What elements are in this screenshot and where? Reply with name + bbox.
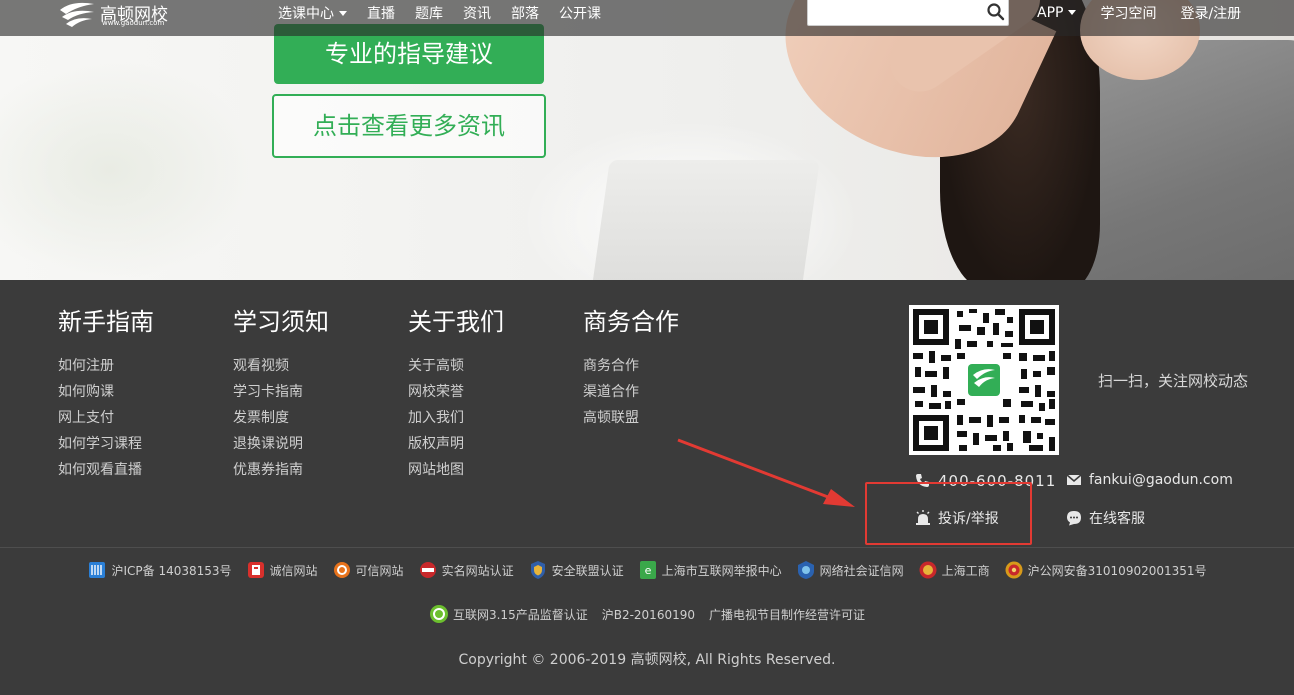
footer-link[interactable]: 优惠券指南: [233, 457, 329, 483]
copyright-text: Copyright © 2006-2019 高顿网校, All Rights R…: [458, 652, 836, 668]
footer-link[interactable]: 网校荣誉: [408, 379, 504, 405]
credible-site-icon: [333, 562, 350, 578]
footer-link[interactable]: 加入我们: [408, 405, 504, 431]
email-icon: [1066, 474, 1082, 485]
nav-question-bank[interactable]: 题库: [415, 3, 443, 23]
site-logo[interactable]: 高顿网校 www.gaodun.com: [58, 0, 188, 30]
cert-realname[interactable]: 实名网站认证: [418, 560, 514, 580]
cert-label: 互联网3.15产品监督认证: [452, 607, 588, 622]
chevron-down-icon: [339, 11, 347, 16]
search-box: [807, 0, 1009, 26]
svg-text:e: e: [644, 564, 651, 577]
hero-banner: 专业的指导建议 点击查看更多资讯: [0, 0, 1294, 280]
cert-report-center[interactable]: e 上海市互联网举报中心: [638, 560, 782, 580]
cert-label: 安全联盟认证: [551, 563, 624, 578]
cert-icp[interactable]: 沪ICP备 14038153号: [87, 560, 232, 580]
footer-link[interactable]: 关于高顿: [408, 353, 504, 379]
footer-col-about: 关于我们 关于高顿 网校荣誉 加入我们 版权声明 网站地图: [408, 302, 504, 483]
logo-mark-icon: [60, 2, 94, 27]
nav-course-center-label: 选课中心: [278, 5, 334, 22]
hero-background-plant: [0, 60, 260, 280]
cert-police[interactable]: 沪公网安备31010902001351号: [1004, 560, 1207, 580]
nav-tribe[interactable]: 部落: [511, 3, 539, 23]
network-cert-icon: [797, 561, 814, 579]
cert-commerce[interactable]: 上海工商: [918, 560, 990, 580]
search-icon[interactable]: [986, 2, 1006, 22]
search-input[interactable]: [808, 0, 978, 25]
nav-app[interactable]: APP: [1037, 4, 1077, 21]
top-navigation: 高顿网校 www.gaodun.com 选课中心 直播 题库 资讯 部落 公开课…: [0, 0, 1294, 36]
broadcast-license: 广播电视节目制作经营许可证: [709, 607, 866, 622]
nav-study-space[interactable]: 学习空间: [1100, 3, 1156, 23]
logo-url: www.gaodun.com: [102, 19, 165, 27]
icp-icon: [89, 562, 106, 578]
footer-link[interactable]: 观看视频: [233, 353, 329, 379]
footer-link[interactable]: 网站地图: [408, 457, 504, 483]
nav-right: APP 学习空间 登录/注册: [1037, 0, 1241, 25]
cert-label: 上海工商: [941, 563, 990, 578]
certification-row: 沪ICP备 14038153号 诚信网站 可信网站 实名网站认证 安全联盟认证 …: [0, 560, 1294, 580]
cert-network-society[interactable]: 网络社会证信网: [796, 560, 904, 580]
cert-trust-site[interactable]: 诚信网站: [246, 560, 318, 580]
qr-code-image: [909, 305, 1059, 455]
nav-live[interactable]: 直播: [367, 3, 395, 23]
realname-icon: [419, 562, 436, 578]
online-service-label: 在线客服: [1089, 511, 1145, 527]
cert-315[interactable]: 互联网3.15产品监督认证: [429, 604, 588, 624]
footer-col-title: 新手指南: [58, 308, 154, 336]
more-info-button[interactable]: 点击查看更多资讯: [272, 94, 546, 158]
cert-label: 上海市互联网举报中心: [661, 563, 782, 578]
main-nav: 选课中心 直播 题库 资讯 部落 公开课: [278, 0, 601, 25]
footer-divider: [0, 547, 1294, 548]
online-service-link[interactable]: 在线客服: [1066, 508, 1145, 528]
footer-col-business: 商务合作 商务合作 渠道合作 高顿联盟: [583, 302, 679, 431]
footer-link[interactable]: 如何购课: [58, 379, 154, 405]
nav-app-label: APP: [1037, 4, 1064, 21]
footer-link[interactable]: 网上支付: [58, 405, 154, 431]
cert-credible-site[interactable]: 可信网站: [332, 560, 404, 580]
cert-label: 网络社会证信网: [819, 563, 904, 578]
cert-label: 沪公网安备31010902001351号: [1027, 563, 1207, 578]
site-footer: 新手指南 如何注册 如何购课 网上支付 如何学习课程 如何观看直播 学习须知 观…: [0, 280, 1294, 695]
cert-label: 沪ICP备 14038153号: [111, 563, 232, 578]
footer-link[interactable]: 高顿联盟: [583, 405, 679, 431]
nav-open-course[interactable]: 公开课: [559, 3, 601, 23]
commerce-badge-icon: [919, 561, 937, 579]
footer-col-title: 关于我们: [408, 308, 504, 336]
nav-login-register[interactable]: 登录/注册: [1180, 3, 1241, 23]
315-icon: [429, 605, 448, 623]
security-shield-icon: [530, 561, 545, 579]
footer-col-study: 学习须知 观看视频 学习卡指南 发票制度 退换课说明 优惠券指南: [233, 302, 329, 483]
footer-col-title: 学习须知: [233, 308, 329, 336]
chevron-down-icon: [1068, 10, 1077, 15]
trust-site-icon: [247, 562, 264, 578]
footer-link[interactable]: 商务合作: [583, 353, 679, 379]
chat-bubble-icon: [1067, 511, 1081, 526]
police-badge-icon: [1005, 561, 1023, 579]
report-center-icon: e: [639, 561, 656, 579]
footer-col-title: 商务合作: [583, 308, 679, 336]
email-address: fankui@gaodun.com: [1089, 472, 1233, 488]
cert-security[interactable]: 安全联盟认证: [528, 560, 624, 580]
hero-laptop-image: [590, 160, 820, 280]
license-b2: 沪B2-20160190: [601, 607, 695, 622]
nav-course-center[interactable]: 选课中心: [278, 3, 347, 23]
footer-link[interactable]: 学习卡指南: [233, 379, 329, 405]
annotation-highlight-box: [865, 482, 1032, 545]
footer-link[interactable]: 版权声明: [408, 431, 504, 457]
email-contact[interactable]: fankui@gaodun.com: [1066, 472, 1233, 488]
qr-caption: 扫一扫，关注网校动态: [1098, 372, 1249, 390]
footer-link[interactable]: 渠道合作: [583, 379, 679, 405]
certification-row-2: 互联网3.15产品监督认证 沪B2-20160190 广播电视节目制作经营许可证: [0, 604, 1294, 624]
cert-label: 可信网站: [355, 563, 404, 578]
nav-news[interactable]: 资讯: [463, 3, 491, 23]
cert-label: 实名网站认证: [441, 563, 514, 578]
footer-link[interactable]: 退换课说明: [233, 431, 329, 457]
footer-link[interactable]: 如何学习课程: [58, 431, 154, 457]
footer-link[interactable]: 如何观看直播: [58, 457, 154, 483]
cert-label: 诚信网站: [269, 563, 318, 578]
footer-col-guide: 新手指南 如何注册 如何购课 网上支付 如何学习课程 如何观看直播: [58, 302, 154, 483]
footer-link[interactable]: 发票制度: [233, 405, 329, 431]
footer-link[interactable]: 如何注册: [58, 353, 154, 379]
